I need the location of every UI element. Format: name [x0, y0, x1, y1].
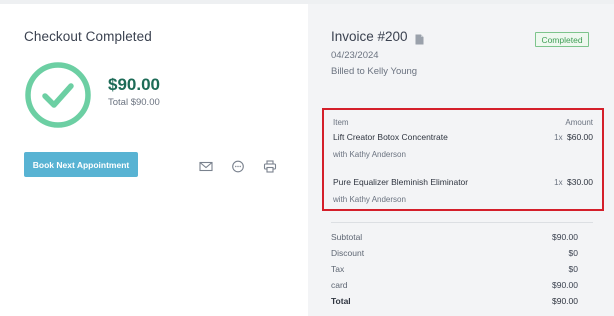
status-badge: Completed — [535, 32, 589, 47]
discount-label: Discount — [331, 248, 365, 258]
item-price: $30.00 — [567, 177, 593, 187]
tax-label: Tax — [331, 264, 345, 274]
checkout-panel: Checkout Completed $90.00 Total $90.00 B… — [0, 4, 308, 316]
item-staff: with Kathy Anderson — [333, 150, 406, 159]
invoice-items-box: Item Amount Lift Creator Botox Concentra… — [322, 108, 604, 211]
discount-row: Discount $0 — [331, 248, 578, 264]
invoice-date: 04/23/2024 — [331, 50, 379, 61]
billed-to: Billed to Kelly Young — [331, 66, 418, 77]
item-price-cell: 1x $60.00 — [554, 132, 593, 142]
invoice-title: Invoice #200 — [331, 29, 408, 44]
items-header: Item Amount — [333, 118, 593, 127]
subtotal-value: $90.00 — [552, 232, 578, 242]
items-header-item: Item — [333, 118, 349, 127]
total-row: Total $90.00 — [331, 296, 578, 312]
card-value: $90.00 — [552, 280, 578, 290]
document-icon[interactable] — [415, 32, 424, 45]
card-payment-row: card $90.00 — [331, 280, 578, 296]
book-next-appointment-button[interactable]: Book Next Appointment — [24, 152, 138, 177]
item-price-cell: 1x $30.00 — [554, 177, 593, 187]
divider — [331, 222, 593, 223]
discount-value: $0 — [568, 248, 578, 258]
checkmark-circle-icon — [24, 61, 92, 129]
checkout-total-line: Total $90.00 — [108, 97, 160, 108]
subtotal-row: Subtotal $90.00 — [331, 232, 578, 248]
total-label: Total — [331, 296, 351, 306]
items-header-amount: Amount — [565, 118, 593, 127]
card-label: card — [331, 280, 348, 290]
item-qty: 1x — [554, 133, 563, 142]
mail-icon[interactable] — [199, 160, 213, 173]
invoice-panel: Invoice #200 Completed 04/23/2024 Billed… — [308, 4, 614, 316]
checkout-amount: $90.00 — [108, 75, 160, 94]
totals-section: Subtotal $90.00 Discount $0 Tax $0 card … — [331, 232, 578, 312]
chat-icon[interactable] — [231, 160, 245, 173]
item-staff: with Kathy Anderson — [333, 195, 406, 204]
list-item: Lift Creator Botox Concentrate with Kath… — [333, 132, 593, 159]
item-qty: 1x — [554, 178, 563, 187]
print-icon[interactable] — [263, 160, 277, 173]
item-price: $60.00 — [567, 132, 593, 142]
total-value: $90.00 — [552, 296, 578, 306]
list-item: Pure Equalizer Bleminish Eliminator with… — [333, 177, 593, 204]
tax-row: Tax $0 — [331, 264, 578, 280]
checkout-title: Checkout Completed — [24, 29, 152, 44]
subtotal-label: Subtotal — [331, 232, 363, 242]
tax-value: $0 — [568, 264, 578, 274]
